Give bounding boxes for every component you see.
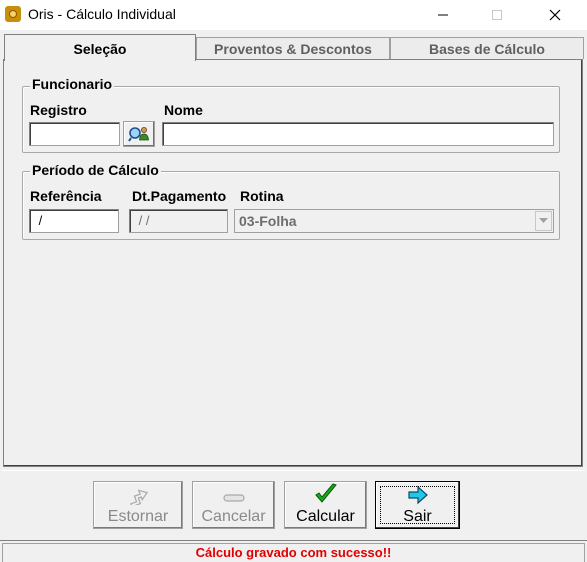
rotina-selected-value: 03-Folha	[239, 213, 297, 229]
tab-bases-de-calculo[interactable]: Bases de Cálculo	[390, 37, 584, 59]
divider	[2, 470, 585, 471]
estornar-button[interactable]: Estornar	[93, 481, 183, 529]
rotina-dropdown-button[interactable]	[535, 211, 552, 231]
app-icon	[5, 6, 21, 22]
close-button[interactable]	[532, 0, 578, 30]
referencia-label: Referência	[30, 188, 102, 204]
sair-label: Sair	[403, 508, 432, 525]
chevron-down-icon	[539, 218, 548, 223]
rotina-select[interactable]: 03-Folha	[234, 209, 554, 233]
referencia-field[interactable]: /	[29, 209, 119, 233]
status-bar: Cálculo gravado com sucesso!!	[0, 540, 587, 562]
dt-pagamento-field[interactable]: / /	[129, 209, 228, 233]
cancelar-button[interactable]: Cancelar	[192, 481, 275, 529]
undo-arrow-icon	[125, 485, 151, 505]
cancel-bar-icon	[221, 485, 247, 505]
tab-selecao[interactable]: Seleção	[4, 34, 196, 61]
funcionario-group-title: Funcionario	[30, 76, 115, 92]
tab-proventos-descontos[interactable]: Proventos & Descontos	[196, 37, 390, 59]
periodo-group-title: Período de Cálculo	[30, 162, 161, 178]
sair-button[interactable]: Sair	[375, 481, 460, 529]
nome-field[interactable]	[162, 122, 554, 146]
status-message: Cálculo gravado com sucesso!!	[2, 543, 585, 562]
search-person-icon	[128, 127, 149, 142]
rotina-label: Rotina	[240, 188, 284, 204]
close-icon	[549, 9, 561, 21]
minimize-icon	[438, 14, 448, 16]
calcular-label: Calcular	[296, 508, 355, 525]
estornar-label: Estornar	[107, 508, 169, 525]
green-check-icon	[313, 483, 339, 505]
maximize-icon	[492, 10, 502, 20]
calcular-button[interactable]: Calcular	[284, 481, 367, 529]
title-bar: Oris - Cálculo Individual	[0, 0, 587, 30]
cyan-arrow-right-icon	[405, 485, 431, 505]
dt-pagamento-label: Dt.Pagamento	[132, 188, 227, 204]
minimize-button[interactable]	[420, 0, 466, 30]
registro-field[interactable]	[29, 122, 120, 146]
registro-lookup-button[interactable]	[123, 121, 155, 147]
nome-label: Nome	[164, 102, 203, 118]
maximize-button	[474, 0, 520, 30]
registro-label: Registro	[30, 102, 87, 118]
window-title: Oris - Cálculo Individual	[28, 6, 176, 22]
cancelar-label: Cancelar	[201, 508, 266, 525]
